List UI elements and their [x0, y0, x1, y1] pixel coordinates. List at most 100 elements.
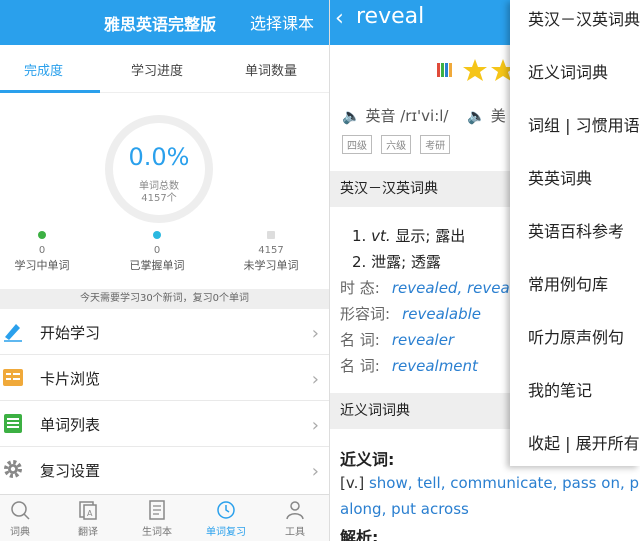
chevron-right-icon: ›	[311, 323, 319, 344]
nav-vocab-book-label: 生词本	[142, 527, 172, 538]
synonym-pos: [v.]	[340, 474, 369, 492]
gear-icon	[4, 460, 22, 478]
menu-review-settings-label: 复习设置	[40, 462, 101, 480]
form-noun-2: 名 词: revealment	[340, 355, 478, 376]
form-label: 名 词:	[340, 331, 380, 349]
nav-translate-label: 翻译	[78, 527, 98, 538]
form-noun-1: 名 词: revealer	[340, 329, 454, 350]
menu-card-browse[interactable]: 卡片浏览 ›	[0, 355, 329, 401]
daily-plan-notice: 今天需要学习30个新词，复习0个单词	[0, 289, 329, 309]
speaker-icon[interactable]: 🔈	[467, 107, 486, 125]
stat-mastered-label: 已掌握单词	[129, 259, 185, 272]
synonyms-line-2: along, put across	[340, 500, 469, 518]
card-icon	[3, 369, 23, 386]
tag-postgrad: 考研	[420, 135, 451, 154]
form-value[interactable]: revealer	[392, 331, 454, 349]
form-value[interactable]: revealed, revea	[392, 279, 510, 297]
dd-synonym-dictionary[interactable]: 近义词词典	[528, 59, 608, 83]
part-of-speech: vt.	[371, 227, 391, 245]
back-arrow-icon[interactable]: ‹	[335, 6, 344, 31]
learning-dot	[38, 231, 46, 239]
tag-cet4: 四级	[342, 135, 372, 154]
person-icon	[286, 501, 304, 520]
stat-learning: 0 学习中单词	[0, 231, 90, 273]
form-tense: 时 态: revealed, revea	[340, 277, 510, 298]
menu-start-learning[interactable]: 开始学习 ›	[0, 309, 329, 355]
nav-dictionary-label: 词典	[10, 527, 30, 538]
synonym-links[interactable]: show, tell, communicate, pass on, p	[369, 474, 639, 492]
menu-start-learning-label: 开始学习	[40, 324, 101, 342]
app-header: 雅思英语完整版 选择课本	[0, 0, 329, 45]
pronunciation: 🔈 英音 /rɪ'vi:l/ 🔈 美	[342, 105, 506, 126]
completion-ring: 0.0% 单词总数 4157个	[105, 115, 213, 223]
translate-icon: A	[79, 501, 97, 520]
nav-tools[interactable]: 工具	[265, 499, 325, 538]
stat-unlearned: 4157 未学习单词	[223, 231, 319, 273]
mastered-dot	[153, 231, 161, 239]
form-value[interactable]: revealment	[392, 357, 478, 375]
screen: 雅思英语完整版 选择课本 完成度 学习进度 单词数量 0.0% 单词总数 415…	[0, 0, 640, 541]
completion-percent: 0.0%	[128, 143, 190, 171]
tab-word-count[interactable]: 单词数量	[245, 60, 297, 79]
form-value[interactable]: revealable	[402, 305, 481, 323]
headword: reveal	[356, 4, 425, 29]
svg-text:A: A	[87, 509, 93, 518]
dd-collapse-expand-all[interactable]: 收起 | 展开所有	[528, 430, 640, 454]
stat-unlearned-num: 4157	[258, 245, 284, 256]
dd-encyclopedia[interactable]: 英语百科参考	[528, 218, 624, 242]
dd-phrases-idioms[interactable]: 词组 | 习惯用语	[528, 112, 640, 136]
exam-tags: 四级 六级 考研	[342, 134, 454, 154]
dictionary-section-menu: 英汉－汉英词典 近义词词典 词组 | 习惯用语 英英词典 英语百科参考 常用例句…	[510, 0, 640, 466]
definition-number: 2.	[352, 253, 367, 271]
stat-learning-label: 学习中单词	[14, 259, 70, 272]
definition-1: 1. vt. 显示; 露出	[352, 225, 465, 246]
clock-icon	[217, 501, 235, 519]
progress-summary: 0.0% 单词总数 4157个 0 学习中单词 0 已掌握单词 4157 未学习…	[0, 93, 329, 288]
stat-unlearned-label: 未学习单词	[243, 259, 299, 272]
definition-number: 1.	[352, 227, 367, 245]
speaker-icon[interactable]: 🔈	[342, 107, 361, 125]
synonyms-heading: 近义词:	[340, 450, 395, 469]
tab-completion[interactable]: 完成度	[24, 60, 63, 79]
form-label: 时 态:	[340, 279, 380, 297]
nav-word-review[interactable]: 单词复习	[196, 499, 256, 538]
form-label: 名 词:	[340, 357, 380, 375]
nav-translate[interactable]: A 翻译	[58, 499, 118, 538]
pronunciation-us-prefix: 美	[490, 107, 506, 125]
stat-learning-num: 0	[38, 245, 46, 256]
bottom-nav: 词典 A 翻译 生词本 单词复习 工具	[0, 494, 329, 541]
dd-en-en-dictionary[interactable]: 英英词典	[528, 165, 592, 189]
total-words-count: 4157个	[141, 193, 177, 204]
nav-dictionary[interactable]: 词典	[0, 499, 50, 538]
form-label: 形容词:	[340, 305, 391, 323]
form-adjective: 形容词: revealable	[340, 303, 481, 324]
study-panel: 雅思英语完整版 选择课本 完成度 学习进度 单词数量 0.0% 单词总数 415…	[0, 0, 329, 541]
nav-vocab-book[interactable]: 生词本	[127, 499, 187, 538]
notebook-icon	[149, 500, 165, 520]
dd-listening-examples[interactable]: 听力原声例句	[528, 324, 624, 348]
definition-2: 2. 泄露; 透露	[352, 251, 441, 272]
definition-text: 泄露; 透露	[371, 253, 441, 271]
tag-cet6: 六级	[381, 135, 412, 154]
search-icon	[11, 501, 30, 520]
dd-en-cn-dictionary[interactable]: 英汉－汉英词典	[528, 6, 640, 30]
menu-review-settings[interactable]: 复习设置 ›	[0, 447, 329, 493]
menu-card-browse-label: 卡片浏览	[40, 370, 101, 388]
choose-textbook-button[interactable]: 选择课本	[250, 10, 314, 34]
analysis-heading: 解析:	[340, 528, 379, 541]
menu-word-list-label: 单词列表	[40, 416, 101, 434]
tab-study-progress[interactable]: 学习进度	[131, 60, 183, 79]
nav-word-review-label: 单词复习	[206, 527, 246, 538]
dd-my-notes[interactable]: 我的笔记	[528, 377, 592, 401]
unlearned-dot	[267, 231, 275, 239]
dd-example-sentences[interactable]: 常用例句库	[528, 271, 608, 295]
synonym-links[interactable]: along, put across	[340, 500, 469, 518]
list-icon	[4, 414, 22, 433]
definition-text: 显示; 露出	[390, 227, 466, 245]
menu-word-list[interactable]: 单词列表 ›	[0, 401, 329, 447]
pronunciation-uk: 英音 /rɪ'vi:l/	[365, 107, 449, 125]
stat-mastered-num: 0	[153, 245, 161, 256]
pencil-icon	[4, 324, 22, 342]
nav-tools-label: 工具	[285, 527, 305, 538]
chevron-right-icon: ›	[311, 369, 319, 390]
